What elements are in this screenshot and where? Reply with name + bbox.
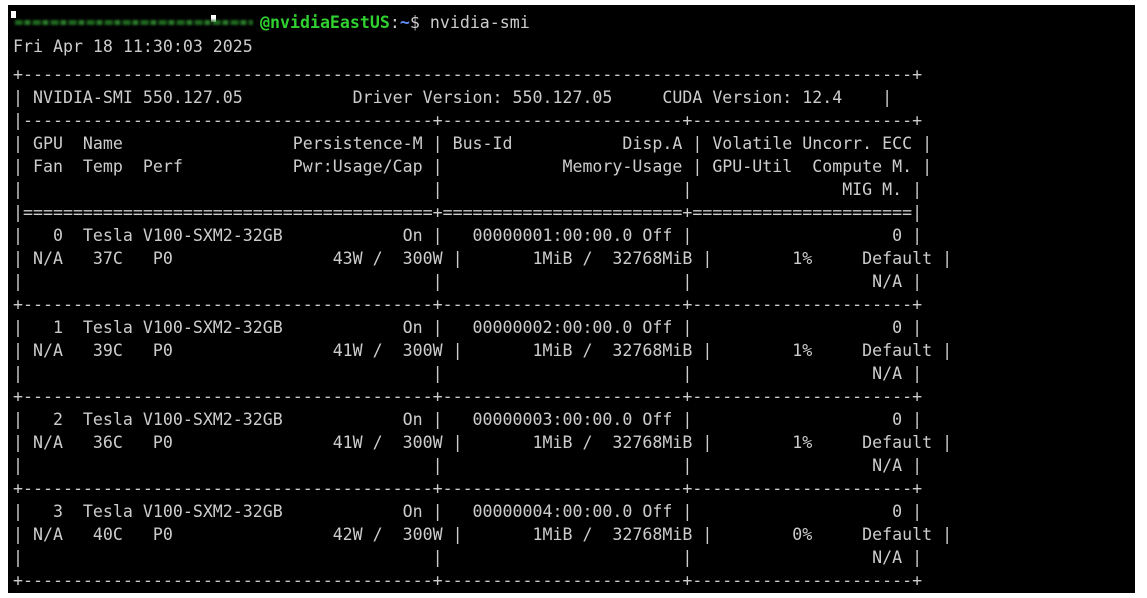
gpu-row: | N/A 39C P0 41W / 300W | 1MiB / 32768Mi…: [13, 341, 953, 360]
gpu-row: | 3 Tesla V100-SXM2-32GB On | 00000004:0…: [13, 502, 923, 521]
gpu-row: | | | N/A |: [13, 548, 923, 567]
gpu-row: | 0 Tesla V100-SXM2-32GB On | 00000001:0…: [13, 226, 923, 245]
column-header-row-2: | Fan Temp Perf Pwr:Usage/Cap | Memory-U…: [13, 157, 933, 176]
terminal-window[interactable]: @nvidiaEastUS:~$ nvidia-smi Fri Apr 18 1…: [8, 5, 1135, 593]
column-header-row-1: | GPU Name Persistence-M | Bus-Id Disp.A…: [13, 134, 933, 153]
gpu-divider: +---------------------------------------…: [13, 479, 923, 498]
gpu-row: | 1 Tesla V100-SXM2-32GB On | 00000002:0…: [13, 318, 923, 337]
table-divider: |---------------------------------------…: [13, 111, 923, 130]
gpu-row: | N/A 40C P0 42W / 300W | 1MiB / 32768Mi…: [13, 525, 953, 544]
header-double-divider: |=======================================…: [13, 203, 923, 222]
column-header-row-3: | | | MIG M. |: [13, 180, 923, 199]
gpu-row: | N/A 37C P0 43W / 300W | 1MiB / 32768Mi…: [13, 249, 953, 268]
nvidia-smi-table: +---------------------------------------…: [8, 5, 1135, 593]
gpu-row: | N/A 36C P0 41W / 300W | 1MiB / 32768Mi…: [13, 433, 953, 452]
gpu-row: | | | N/A |: [13, 364, 923, 383]
gpu-divider: +---------------------------------------…: [13, 295, 923, 314]
gpu-row: | | | N/A |: [13, 272, 923, 291]
gpu-divider: +---------------------------------------…: [13, 387, 923, 406]
gpu-divider: +---------------------------------------…: [13, 571, 923, 590]
gpu-row: | 2 Tesla V100-SXM2-32GB On | 00000003:0…: [13, 410, 923, 429]
table-top-border: +---------------------------------------…: [13, 65, 923, 84]
smi-header-line: | NVIDIA-SMI 550.127.05 Driver Version: …: [13, 88, 893, 107]
gpu-row: | | | N/A |: [13, 456, 923, 475]
